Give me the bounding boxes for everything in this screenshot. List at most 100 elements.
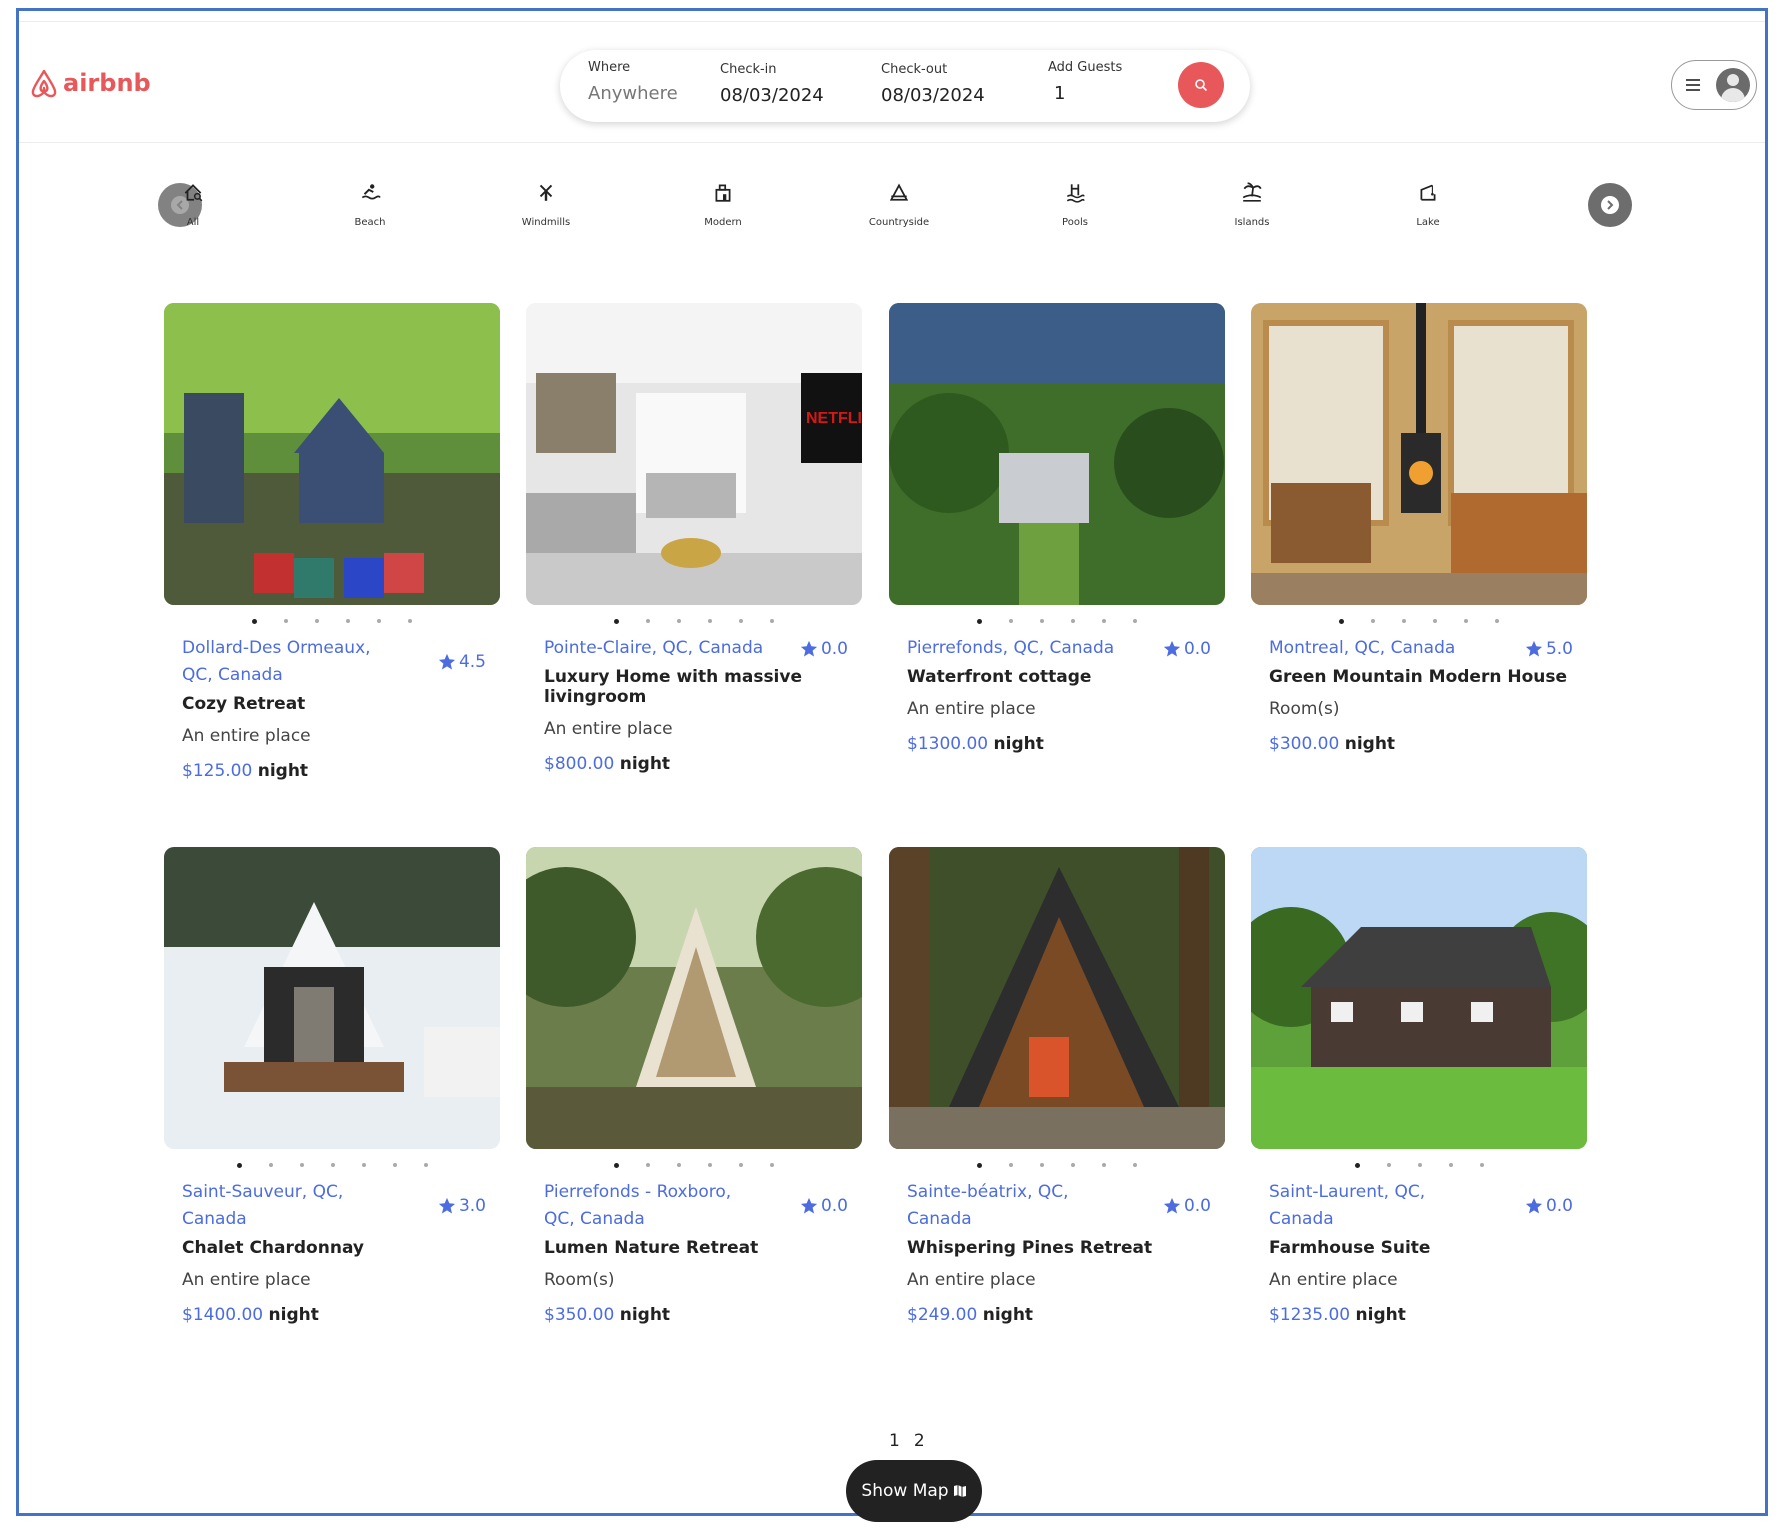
carousel-dot[interactable] xyxy=(1402,619,1406,623)
listing-location[interactable]: Dollard-Des Ormeaux, QC, Canada xyxy=(182,635,402,689)
listing-location[interactable]: Pointe-Claire, QC, Canada xyxy=(544,635,763,662)
carousel-dot[interactable] xyxy=(377,619,381,623)
listing-card[interactable]: Pierrefonds, QC, Canada 0.0 Waterfront cot… xyxy=(889,303,1225,754)
listing-location[interactable]: Saint-Sauveur, QC, Canada xyxy=(182,1179,402,1233)
carousel-dot[interactable] xyxy=(708,619,712,623)
listing-card[interactable]: Saint-Sauveur, QC, Canada 3.0 Chalet Chard… xyxy=(164,847,500,1325)
listing-photo[interactable] xyxy=(889,303,1225,605)
checkin-input[interactable]: 08/03/2024 xyxy=(720,85,824,106)
carousel-dot[interactable] xyxy=(423,1163,428,1167)
carousel-dot[interactable] xyxy=(299,1163,304,1167)
carousel-dot[interactable] xyxy=(1133,619,1137,623)
carousel-dot[interactable] xyxy=(1479,1163,1484,1167)
carousel-dot[interactable] xyxy=(739,619,743,623)
airbnb-logo[interactable]: airbnb xyxy=(29,67,151,99)
search-button[interactable] xyxy=(1178,62,1224,108)
category-all[interactable]: All xyxy=(138,179,248,228)
carousel-dot[interactable] xyxy=(1386,1163,1391,1167)
carousel-dot[interactable] xyxy=(361,1163,366,1167)
carousel-dot[interactable] xyxy=(614,619,619,624)
page-2-link[interactable]: 2 xyxy=(914,1431,925,1451)
carousel-dot[interactable] xyxy=(1102,619,1106,623)
guests-field[interactable]: Add Guests 1 xyxy=(1048,60,1122,104)
where-input[interactable]: Anywhere xyxy=(588,83,678,104)
carousel-dot[interactable] xyxy=(708,1163,712,1167)
listing-card[interactable]: Montreal, QC, Canada 5.0 Green Mountain Mo… xyxy=(1251,303,1587,754)
where-field[interactable]: Where Anywhere xyxy=(588,60,678,104)
listing-title[interactable]: Waterfront cottage xyxy=(907,667,1211,687)
carousel-dot[interactable] xyxy=(677,1163,681,1167)
category-modern[interactable]: Modern xyxy=(668,179,778,228)
carousel-dot[interactable] xyxy=(315,619,319,623)
carousel-dot[interactable] xyxy=(392,1163,397,1167)
carousel-dot[interactable] xyxy=(330,1163,335,1167)
listing-location[interactable]: Sainte-béatrix, QC, Canada xyxy=(907,1179,1127,1233)
checkin-field[interactable]: Check-in 08/03/2024 xyxy=(720,62,824,106)
listing-location[interactable]: Pierrefonds - Roxboro, QC, Canada xyxy=(544,1179,764,1233)
checkout-field[interactable]: Check-out 08/03/2024 xyxy=(881,62,985,106)
carousel-dot[interactable] xyxy=(614,1163,619,1168)
category-beach[interactable]: Beach xyxy=(315,179,425,228)
listing-title[interactable]: Green Mountain Modern House xyxy=(1269,667,1573,687)
listing-photo[interactable] xyxy=(164,847,500,1149)
listing-photo[interactable] xyxy=(164,303,500,605)
checkout-input[interactable]: 08/03/2024 xyxy=(881,85,985,106)
listing-location[interactable]: Montreal, QC, Canada xyxy=(1269,635,1455,662)
carousel-dot[interactable] xyxy=(646,1163,650,1167)
user-menu-button[interactable] xyxy=(1671,60,1757,110)
carousel-dot[interactable] xyxy=(1040,619,1044,623)
listing-card[interactable]: NETFLIX Pointe-Claire, QC, Canada 0.0 Luxur… xyxy=(526,303,862,774)
carousel-dot[interactable] xyxy=(252,619,257,624)
carousel-dot[interactable] xyxy=(977,1163,982,1168)
carousel-dot[interactable] xyxy=(1102,1163,1106,1167)
category-lake[interactable]: Lake xyxy=(1373,179,1483,228)
carousel-dot[interactable] xyxy=(236,1163,242,1168)
carousel-dot[interactable] xyxy=(1009,1163,1013,1167)
carousel-dot[interactable] xyxy=(1417,1163,1422,1167)
guests-input[interactable]: 1 xyxy=(1048,83,1122,104)
listing-card[interactable]: Dollard-Des Ormeaux, QC, Canada 4.5 Cozy R… xyxy=(164,303,500,781)
carousel-dot[interactable] xyxy=(1448,1163,1453,1167)
category-islands[interactable]: Islands xyxy=(1197,179,1307,228)
carousel-dot[interactable] xyxy=(677,619,681,623)
listing-title[interactable]: Luxury Home with massive livingroom xyxy=(544,667,848,707)
carousel-dot[interactable] xyxy=(1133,1163,1137,1167)
category-windmills[interactable]: Windmills xyxy=(491,179,601,228)
carousel-dot[interactable] xyxy=(1464,619,1468,623)
listing-location[interactable]: Pierrefonds, QC, Canada xyxy=(907,635,1114,662)
category-next-button[interactable] xyxy=(1588,183,1632,227)
carousel-dot[interactable] xyxy=(1354,1163,1360,1168)
listing-title[interactable]: Cozy Retreat xyxy=(182,694,486,714)
page-1-link[interactable]: 1 xyxy=(889,1431,900,1451)
carousel-dot[interactable] xyxy=(1040,1163,1044,1167)
carousel-dot[interactable] xyxy=(346,619,350,623)
listing-photo[interactable] xyxy=(1251,303,1587,605)
category-countryside[interactable]: Countryside xyxy=(844,179,954,228)
listing-photo[interactable]: NETFLIX xyxy=(526,303,862,605)
carousel-dot[interactable] xyxy=(1433,619,1437,623)
listing-photo[interactable] xyxy=(526,847,862,1149)
carousel-dot[interactable] xyxy=(1071,1163,1075,1167)
listing-title[interactable]: Farmhouse Suite xyxy=(1269,1238,1573,1258)
listing-title[interactable]: Chalet Chardonnay xyxy=(182,1238,486,1258)
carousel-dot[interactable] xyxy=(646,619,650,623)
category-pools[interactable]: Pools xyxy=(1020,179,1130,228)
carousel-dot[interactable] xyxy=(1339,619,1344,624)
carousel-dot[interactable] xyxy=(977,619,982,624)
listing-photo[interactable] xyxy=(889,847,1225,1149)
carousel-dot[interactable] xyxy=(1009,619,1013,623)
carousel-dot[interactable] xyxy=(770,1163,774,1167)
carousel-dot[interactable] xyxy=(284,619,288,623)
carousel-dot[interactable] xyxy=(408,619,412,623)
listing-photo[interactable] xyxy=(1251,847,1587,1149)
listing-location[interactable]: Saint-Laurent, QC, Canada xyxy=(1269,1179,1489,1233)
carousel-dot[interactable] xyxy=(1371,619,1375,623)
carousel-dot[interactable] xyxy=(268,1163,273,1167)
carousel-dot[interactable] xyxy=(1071,619,1075,623)
show-map-button[interactable]: Show Map xyxy=(846,1460,982,1522)
listing-title[interactable]: Lumen Nature Retreat xyxy=(544,1238,848,1258)
listing-card[interactable]: Saint-Laurent, QC, Canada 0.0 Farmhouse Su… xyxy=(1251,847,1587,1325)
carousel-dot[interactable] xyxy=(1495,619,1499,623)
carousel-dot[interactable] xyxy=(770,619,774,623)
listing-title[interactable]: Whispering Pines Retreat xyxy=(907,1238,1211,1258)
